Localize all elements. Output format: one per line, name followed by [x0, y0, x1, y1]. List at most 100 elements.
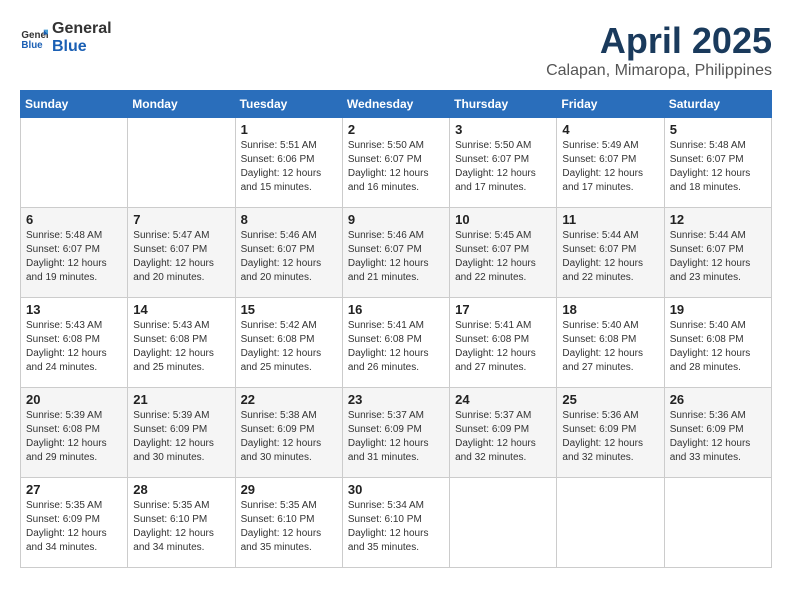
daylight-text: Daylight: 12 hours and 32 minutes.: [562, 438, 643, 463]
calendar-cell: 1 Sunrise: 5:51 AM Sunset: 6:06 PM Dayli…: [235, 118, 342, 208]
sunrise-text: Sunrise: 5:51 AM: [241, 140, 317, 151]
sunset-text: Sunset: 6:10 PM: [348, 514, 422, 525]
day-info: Sunrise: 5:41 AM Sunset: 6:08 PM Dayligh…: [348, 319, 444, 375]
day-number: 6: [26, 212, 122, 227]
day-number: 2: [348, 122, 444, 137]
calendar-cell: 27 Sunrise: 5:35 AM Sunset: 6:09 PM Dayl…: [21, 478, 128, 568]
calendar-week-row: 27 Sunrise: 5:35 AM Sunset: 6:09 PM Dayl…: [21, 478, 772, 568]
calendar-cell: 26 Sunrise: 5:36 AM Sunset: 6:09 PM Dayl…: [664, 388, 771, 478]
day-info: Sunrise: 5:37 AM Sunset: 6:09 PM Dayligh…: [348, 409, 444, 465]
day-number: 23: [348, 392, 444, 407]
calendar-cell: 24 Sunrise: 5:37 AM Sunset: 6:09 PM Dayl…: [450, 388, 557, 478]
day-number: 11: [562, 212, 658, 227]
calendar-cell: 30 Sunrise: 5:34 AM Sunset: 6:10 PM Dayl…: [342, 478, 449, 568]
day-info: Sunrise: 5:34 AM Sunset: 6:10 PM Dayligh…: [348, 499, 444, 555]
weekday-header-wednesday: Wednesday: [342, 91, 449, 118]
calendar-cell: 8 Sunrise: 5:46 AM Sunset: 6:07 PM Dayli…: [235, 208, 342, 298]
day-number: 22: [241, 392, 337, 407]
daylight-text: Daylight: 12 hours and 29 minutes.: [26, 438, 107, 463]
sunrise-text: Sunrise: 5:35 AM: [26, 500, 102, 511]
calendar-table: SundayMondayTuesdayWednesdayThursdayFrid…: [20, 90, 772, 568]
day-number: 5: [670, 122, 766, 137]
logo-blue-text: Blue: [52, 38, 112, 56]
sunrise-text: Sunrise: 5:36 AM: [670, 410, 746, 421]
sunrise-text: Sunrise: 5:43 AM: [26, 320, 102, 331]
day-number: 25: [562, 392, 658, 407]
day-info: Sunrise: 5:48 AM Sunset: 6:07 PM Dayligh…: [670, 139, 766, 195]
sunset-text: Sunset: 6:09 PM: [670, 424, 744, 435]
weekday-header-sunday: Sunday: [21, 91, 128, 118]
sunset-text: Sunset: 6:08 PM: [455, 334, 529, 345]
calendar-cell: 12 Sunrise: 5:44 AM Sunset: 6:07 PM Dayl…: [664, 208, 771, 298]
daylight-text: Daylight: 12 hours and 27 minutes.: [562, 348, 643, 373]
calendar-cell: 22 Sunrise: 5:38 AM Sunset: 6:09 PM Dayl…: [235, 388, 342, 478]
calendar-cell: 5 Sunrise: 5:48 AM Sunset: 6:07 PM Dayli…: [664, 118, 771, 208]
day-info: Sunrise: 5:40 AM Sunset: 6:08 PM Dayligh…: [562, 319, 658, 375]
daylight-text: Daylight: 12 hours and 23 minutes.: [670, 258, 751, 283]
sunset-text: Sunset: 6:08 PM: [26, 424, 100, 435]
sunset-text: Sunset: 6:07 PM: [562, 154, 636, 165]
daylight-text: Daylight: 12 hours and 34 minutes.: [26, 528, 107, 553]
sunrise-text: Sunrise: 5:41 AM: [455, 320, 531, 331]
calendar-cell: 28 Sunrise: 5:35 AM Sunset: 6:10 PM Dayl…: [128, 478, 235, 568]
daylight-text: Daylight: 12 hours and 22 minutes.: [562, 258, 643, 283]
day-info: Sunrise: 5:44 AM Sunset: 6:07 PM Dayligh…: [562, 229, 658, 285]
daylight-text: Daylight: 12 hours and 25 minutes.: [241, 348, 322, 373]
calendar-cell: 2 Sunrise: 5:50 AM Sunset: 6:07 PM Dayli…: [342, 118, 449, 208]
sunset-text: Sunset: 6:08 PM: [670, 334, 744, 345]
daylight-text: Daylight: 12 hours and 15 minutes.: [241, 168, 322, 193]
daylight-text: Daylight: 12 hours and 30 minutes.: [241, 438, 322, 463]
sunset-text: Sunset: 6:07 PM: [241, 244, 315, 255]
daylight-text: Daylight: 12 hours and 27 minutes.: [455, 348, 536, 373]
weekday-header-saturday: Saturday: [664, 91, 771, 118]
sunrise-text: Sunrise: 5:48 AM: [26, 230, 102, 241]
weekday-header-row: SundayMondayTuesdayWednesdayThursdayFrid…: [21, 91, 772, 118]
sunrise-text: Sunrise: 5:48 AM: [670, 140, 746, 151]
sunrise-text: Sunrise: 5:50 AM: [455, 140, 531, 151]
title-area: April 2025 Calapan, Mimaropa, Philippine…: [546, 20, 772, 80]
day-info: Sunrise: 5:43 AM Sunset: 6:08 PM Dayligh…: [133, 319, 229, 375]
calendar-week-row: 13 Sunrise: 5:43 AM Sunset: 6:08 PM Dayl…: [21, 298, 772, 388]
daylight-text: Daylight: 12 hours and 35 minutes.: [348, 528, 429, 553]
sunrise-text: Sunrise: 5:40 AM: [562, 320, 638, 331]
day-number: 1: [241, 122, 337, 137]
calendar-cell: [21, 118, 128, 208]
sunrise-text: Sunrise: 5:47 AM: [133, 230, 209, 241]
daylight-text: Daylight: 12 hours and 35 minutes.: [241, 528, 322, 553]
day-info: Sunrise: 5:40 AM Sunset: 6:08 PM Dayligh…: [670, 319, 766, 375]
day-number: 12: [670, 212, 766, 227]
svg-text:Blue: Blue: [21, 39, 43, 50]
header: General Blue General Blue April 2025 Cal…: [20, 20, 772, 80]
daylight-text: Daylight: 12 hours and 18 minutes.: [670, 168, 751, 193]
day-info: Sunrise: 5:35 AM Sunset: 6:09 PM Dayligh…: [26, 499, 122, 555]
day-number: 21: [133, 392, 229, 407]
day-info: Sunrise: 5:43 AM Sunset: 6:08 PM Dayligh…: [26, 319, 122, 375]
day-number: 14: [133, 302, 229, 317]
calendar-cell: [450, 478, 557, 568]
sunset-text: Sunset: 6:07 PM: [455, 154, 529, 165]
daylight-text: Daylight: 12 hours and 26 minutes.: [348, 348, 429, 373]
calendar-cell: 29 Sunrise: 5:35 AM Sunset: 6:10 PM Dayl…: [235, 478, 342, 568]
sunset-text: Sunset: 6:09 PM: [26, 514, 100, 525]
sunrise-text: Sunrise: 5:41 AM: [348, 320, 424, 331]
day-info: Sunrise: 5:35 AM Sunset: 6:10 PM Dayligh…: [133, 499, 229, 555]
day-info: Sunrise: 5:50 AM Sunset: 6:07 PM Dayligh…: [348, 139, 444, 195]
day-info: Sunrise: 5:46 AM Sunset: 6:07 PM Dayligh…: [348, 229, 444, 285]
day-info: Sunrise: 5:42 AM Sunset: 6:08 PM Dayligh…: [241, 319, 337, 375]
day-number: 29: [241, 482, 337, 497]
day-number: 26: [670, 392, 766, 407]
day-info: Sunrise: 5:44 AM Sunset: 6:07 PM Dayligh…: [670, 229, 766, 285]
day-info: Sunrise: 5:36 AM Sunset: 6:09 PM Dayligh…: [670, 409, 766, 465]
daylight-text: Daylight: 12 hours and 31 minutes.: [348, 438, 429, 463]
daylight-text: Daylight: 12 hours and 20 minutes.: [133, 258, 214, 283]
sunset-text: Sunset: 6:09 PM: [562, 424, 636, 435]
day-info: Sunrise: 5:48 AM Sunset: 6:07 PM Dayligh…: [26, 229, 122, 285]
sunrise-text: Sunrise: 5:46 AM: [241, 230, 317, 241]
sunrise-text: Sunrise: 5:39 AM: [26, 410, 102, 421]
day-info: Sunrise: 5:39 AM Sunset: 6:08 PM Dayligh…: [26, 409, 122, 465]
day-number: 10: [455, 212, 551, 227]
sunset-text: Sunset: 6:08 PM: [348, 334, 422, 345]
sunset-text: Sunset: 6:09 PM: [348, 424, 422, 435]
sunset-text: Sunset: 6:06 PM: [241, 154, 315, 165]
day-number: 4: [562, 122, 658, 137]
